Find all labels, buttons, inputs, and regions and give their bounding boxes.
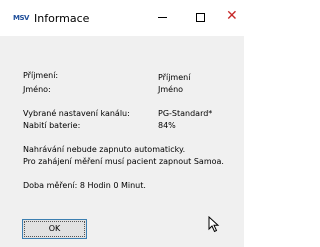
close-icon: ✕: [226, 8, 238, 24]
close-button[interactable]: ✕: [219, 0, 244, 36]
minimize-button[interactable]: [143, 0, 181, 36]
kanal-label: Vybrané nastavení kanálu:: [23, 109, 130, 118]
jmeno-value: Jméno: [158, 85, 184, 94]
prijmeni-label: Příjmení:: [23, 71, 59, 80]
message-line-2: Pro zahájení měření musí pacient zapnout…: [23, 157, 224, 166]
mouse-cursor-icon: [208, 216, 220, 233]
baterie-value: 84%: [158, 121, 176, 130]
measurement-duration: Doba měření: 8 Hodin 0 Minut.: [23, 181, 146, 190]
jmeno-label: Jméno:: [23, 85, 51, 94]
maximize-icon: [196, 13, 205, 22]
title-bar[interactable]: MSV Informace ✕: [0, 0, 244, 36]
informace-dialog: MSV Informace ✕ Příjmení: Příjmení Jméno…: [0, 0, 244, 247]
app-logo-icon: MSV: [13, 14, 29, 22]
prijmeni-value: Příjmení: [158, 73, 191, 82]
baterie-label: Nabití baterie:: [23, 121, 81, 130]
minimize-icon: [158, 17, 167, 18]
kanal-value: PG-Standard*: [158, 109, 213, 118]
message-line-1: Nahrávání nebude zapnuto automaticky.: [23, 145, 186, 154]
ok-button[interactable]: OK: [22, 219, 87, 239]
window-title: Informace: [34, 12, 90, 25]
maximize-button[interactable]: [181, 0, 219, 36]
